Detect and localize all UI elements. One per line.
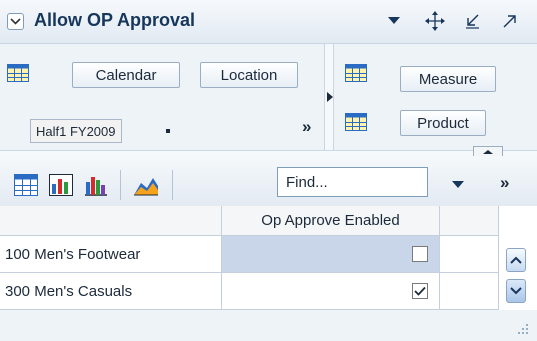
panel-title: Allow OP Approval	[34, 10, 196, 30]
dimension-tile-product[interactable]: Product	[400, 110, 486, 136]
column-header-empty	[440, 206, 499, 236]
minimize-button[interactable]	[460, 8, 486, 34]
dropdown-icon	[388, 17, 400, 24]
column-header-op-approve-enabled[interactable]: Op Approve Enabled	[222, 206, 440, 236]
resize-grip[interactable]	[516, 322, 530, 339]
dimension-tile-measure[interactable]: Measure	[400, 66, 496, 92]
grid-icon	[345, 64, 367, 82]
chart-view-icon	[49, 174, 73, 196]
bar-chart-icon	[85, 177, 107, 196]
maximize-icon	[503, 15, 516, 28]
collapse-layout-button[interactable]	[473, 146, 503, 156]
scroll-down-button[interactable]	[506, 279, 526, 303]
area-chart-button[interactable]	[133, 174, 158, 198]
dimension-tile-calendar[interactable]: Calendar	[72, 62, 180, 88]
chart-view-button[interactable]	[84, 174, 108, 198]
checkmark-icon	[414, 286, 426, 296]
find-input[interactable]	[278, 168, 443, 196]
scroll-up-button[interactable]	[506, 248, 526, 272]
chevron-up-icon	[483, 149, 493, 154]
row-header[interactable]: 300 Men's Casuals	[0, 273, 222, 310]
column-dimensions-icon-2	[345, 113, 367, 134]
dropdown-icon	[452, 181, 464, 188]
chevron-down-icon	[10, 18, 21, 25]
member-indicator	[166, 129, 170, 133]
toolbar-separator	[120, 170, 121, 200]
grid-chart-view-button[interactable]	[49, 174, 73, 198]
op-approve-checkbox[interactable]	[412, 246, 428, 262]
move-icon	[425, 11, 445, 31]
grid-view-icon	[14, 174, 38, 196]
area-chart-icon	[134, 178, 158, 196]
toolbar-overflow-button[interactable]: »	[500, 173, 509, 193]
view-menu-button[interactable]	[381, 8, 407, 34]
empty-cell	[440, 236, 499, 273]
row-dimensions-icon	[7, 64, 29, 85]
status-bar	[0, 310, 537, 341]
selected-member[interactable]: Half1 FY2009	[30, 119, 122, 143]
grid-corner	[0, 206, 222, 236]
resize-grip-icon	[518, 324, 528, 334]
op-approve-checkbox[interactable]	[412, 283, 428, 299]
find-field[interactable]	[277, 167, 443, 197]
find-options-button[interactable]	[451, 178, 465, 193]
expand-right-icon	[327, 92, 333, 102]
maximize-button[interactable]	[497, 8, 523, 34]
toolbar-separator	[172, 170, 173, 200]
empty-cell	[440, 273, 499, 310]
grid-view-button[interactable]	[14, 174, 38, 198]
grid-icon	[7, 64, 29, 82]
op-approve-cell[interactable]	[222, 236, 440, 273]
dimension-tile-location[interactable]: Location	[200, 62, 298, 88]
more-dimensions-button[interactable]: »	[302, 117, 311, 137]
chevron-down-icon	[510, 287, 522, 295]
column-dimensions-icon	[345, 64, 367, 85]
layout-splitter[interactable]	[324, 44, 334, 150]
move-button[interactable]	[422, 8, 448, 34]
chevron-up-icon	[510, 256, 522, 264]
grid-icon	[345, 113, 367, 131]
minimize-icon	[466, 14, 479, 29]
op-approve-cell[interactable]	[222, 273, 440, 310]
collapse-button[interactable]	[7, 13, 24, 30]
row-header[interactable]: 100 Men's Footwear	[0, 236, 222, 273]
